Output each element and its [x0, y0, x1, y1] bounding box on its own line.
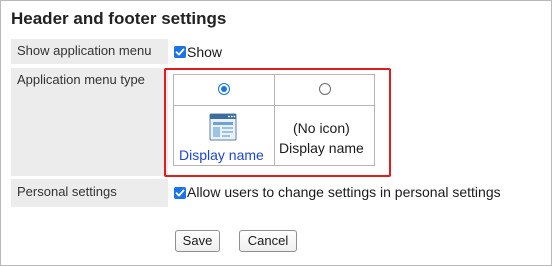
page-title: Header and footer settings: [11, 9, 227, 28]
cancel-button[interactable]: Cancel: [239, 230, 297, 252]
radio-with-icon[interactable]: [218, 83, 230, 95]
personal-settings-checkbox-label[interactable]: Allow users to change settings in person…: [187, 184, 501, 200]
show-menu-checkbox-label[interactable]: Show: [187, 44, 222, 60]
settings-panel: Header and footer settings Show applicat…: [0, 0, 552, 266]
app-window-icon: [209, 113, 237, 141]
save-button[interactable]: Save: [175, 230, 220, 252]
divider: [274, 75, 275, 165]
radio-no-icon[interactable]: [319, 83, 331, 95]
checkmark-icon: [175, 48, 185, 56]
menu-type-label: Application menu type: [11, 68, 168, 176]
show-menu-checkbox[interactable]: [174, 46, 186, 58]
option-no-icon-caption-1: (No icon): [293, 120, 350, 136]
option-with-icon-caption[interactable]: Display name: [179, 147, 264, 163]
checkmark-icon: [175, 189, 185, 197]
option-no-icon-caption-2: Display name: [279, 140, 364, 156]
show-menu-label: Show application menu: [11, 39, 168, 64]
personal-settings-checkbox[interactable]: [174, 187, 186, 199]
personal-settings-label: Personal settings: [11, 179, 168, 207]
